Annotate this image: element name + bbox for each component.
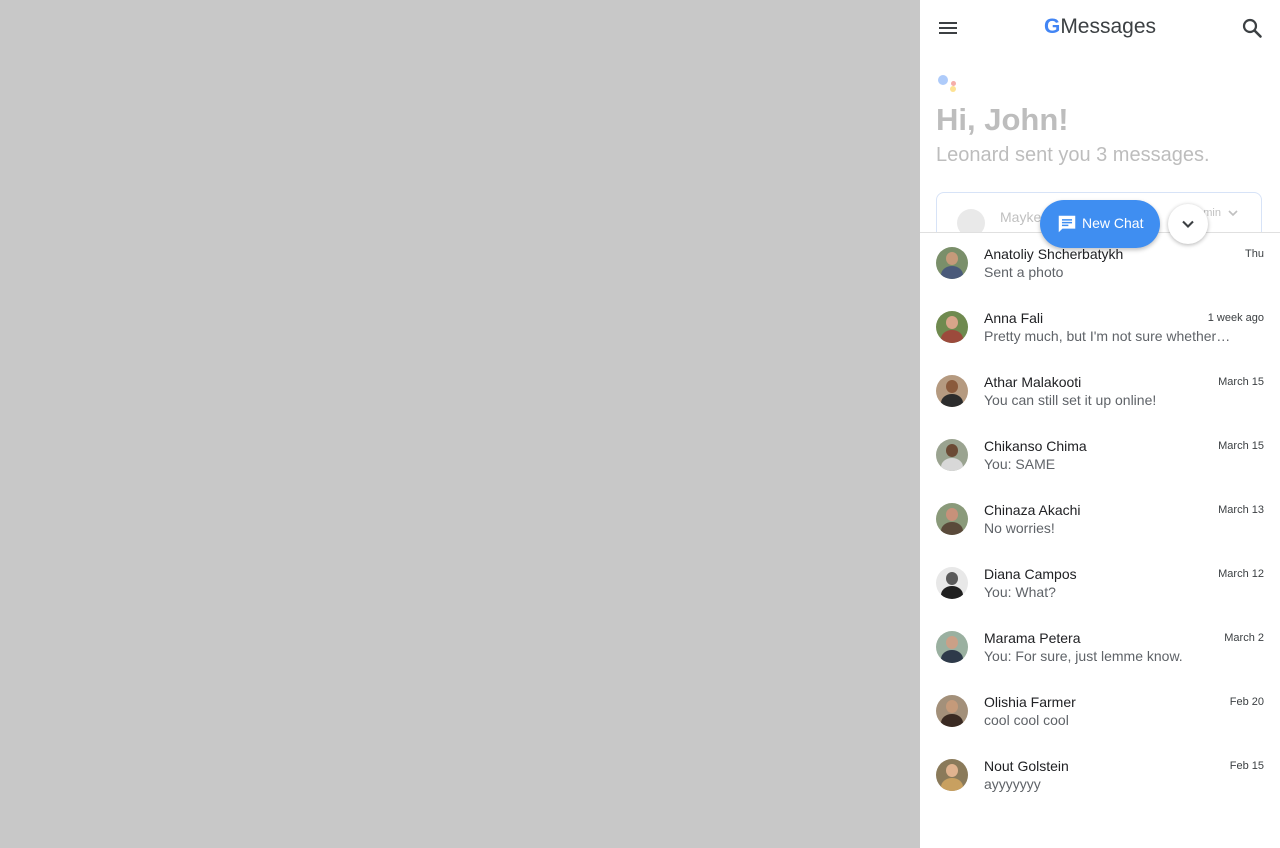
app-title: GMessages	[920, 15, 1280, 39]
contact-name: Diana Campos	[984, 566, 1077, 582]
message-time: Feb 15	[1229, 760, 1264, 772]
conversation-row[interactable]: Athar Malakooti You can still set it up o…	[920, 360, 1280, 424]
new-chat-label: New Chat	[1082, 215, 1144, 231]
contact-name: Chikanso Chima	[984, 438, 1087, 454]
chevron-down-icon	[1228, 210, 1238, 217]
contact-name: Olishia Farmer	[984, 694, 1076, 710]
avatar	[936, 567, 968, 599]
message-snippet: You can still set it up online!	[984, 392, 1157, 408]
brand-g-logo: G	[1043, 15, 1061, 38]
message-time: March 15	[1218, 376, 1264, 388]
assistant-logo-icon	[938, 74, 962, 96]
avatar	[936, 759, 968, 791]
message-time: 1 week ago	[1207, 312, 1264, 324]
contact-name: Marama Petera	[984, 630, 1081, 646]
conversation-row[interactable]: Chinaza Akachi No worries! March 13	[920, 488, 1280, 552]
chat-bubble-icon	[1058, 215, 1076, 233]
avatar	[936, 375, 968, 407]
message-snippet: Sent a photo	[984, 264, 1064, 280]
contact-name: Nout Golstein	[984, 758, 1069, 774]
brand-name: Messages	[1060, 15, 1157, 38]
conversation-row[interactable]: Diana Campos You: What? March 12	[920, 552, 1280, 616]
message-summary: Leonard sent you 3 messages.	[936, 144, 1210, 166]
search-icon[interactable]	[1240, 16, 1264, 40]
message-snippet: You: What?	[984, 584, 1056, 600]
collapse-button[interactable]	[1168, 204, 1208, 244]
chevron-down-icon	[1182, 220, 1194, 228]
message-snippet: Pretty much, but I'm not sure whether…	[984, 328, 1231, 344]
conversation-row[interactable]: Marama Petera You: For sure, just lemme k…	[920, 616, 1280, 680]
contact-name: Chinaza Akachi	[984, 502, 1081, 518]
message-snippet: cool cool cool	[984, 712, 1069, 728]
avatar	[936, 695, 968, 727]
new-chat-button[interactable]: New Chat	[1040, 200, 1160, 248]
avatar	[936, 503, 968, 535]
contact-name: Anna Fali	[984, 310, 1044, 326]
conversation-row[interactable]: Nout Golstein ayyyyyyy Feb 15	[920, 744, 1280, 808]
avatar	[936, 631, 968, 663]
message-time: March 2	[1224, 632, 1264, 644]
conversation-row[interactable]: Chikanso Chima You: SAME March 15	[920, 424, 1280, 488]
message-snippet: ayyyyyyy	[984, 776, 1041, 792]
message-snippet: No worries!	[984, 520, 1055, 536]
preview-sender-name: Mayke	[1000, 209, 1042, 225]
conversation-row[interactable]: Olishia Farmer cool cool cool Feb 20	[920, 680, 1280, 744]
message-time: Feb 20	[1229, 696, 1264, 708]
message-snippet: You: For sure, just lemme know.	[984, 648, 1183, 664]
message-time: Thu	[1245, 248, 1264, 260]
message-snippet: You: SAME	[984, 456, 1056, 472]
avatar	[936, 311, 968, 343]
conversation-row[interactable]: Anna Fali Pretty much, but I'm not sure w…	[920, 296, 1280, 360]
messages-panel: GMessages Hi, John! Leonard sent you 3 m…	[920, 0, 1280, 848]
conversation-list: Anatoliy Shcherbatykh Sent a photo Thu Anna…	[920, 232, 1280, 848]
avatar	[936, 247, 968, 279]
message-time: March 12	[1218, 568, 1264, 580]
contact-name: Anatoliy Shcherbatykh	[984, 246, 1124, 262]
top-app-bar: GMessages	[920, 0, 1280, 56]
avatar	[936, 439, 968, 471]
greeting-heading: Hi, John!	[936, 102, 1069, 137]
contact-name: Athar Malakooti	[984, 374, 1082, 390]
message-time: March 13	[1218, 504, 1264, 516]
empty-content-area	[0, 0, 920, 848]
message-time: March 15	[1218, 440, 1264, 452]
